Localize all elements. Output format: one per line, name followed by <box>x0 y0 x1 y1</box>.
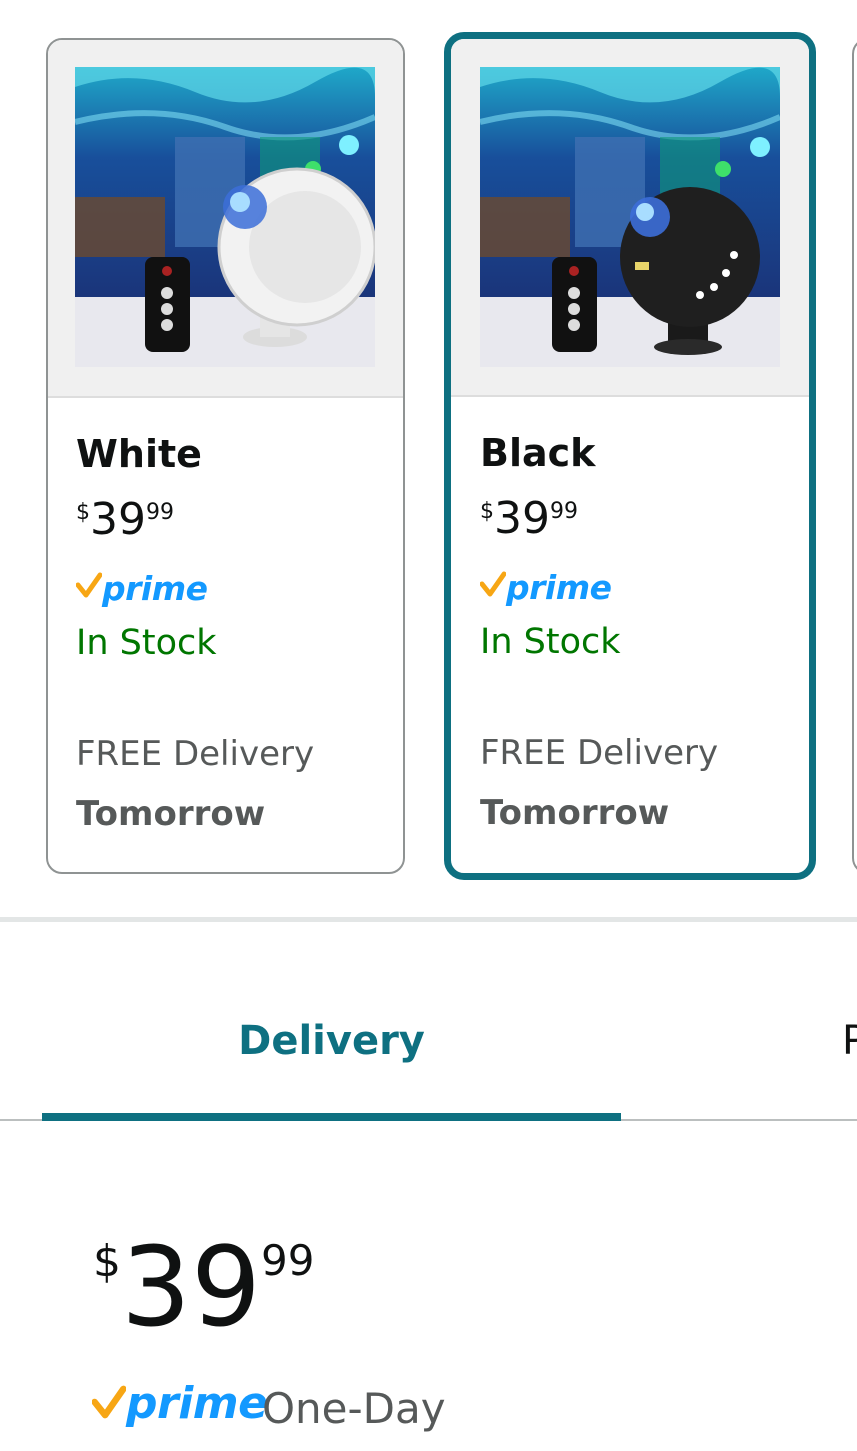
prime-badge: prime <box>76 569 208 611</box>
swatch-thumbnail-area <box>451 39 809 397</box>
tab-delivery[interactable]: Delivery <box>42 1018 621 1064</box>
delivery-date: Tomorrow <box>76 794 266 834</box>
product-image-white <box>75 67 375 367</box>
product-image-black <box>480 67 780 367</box>
price-whole: 39 <box>494 493 550 544</box>
price-symbol: $ <box>76 500 90 525</box>
prime-check-icon <box>76 572 102 598</box>
prime-label: prime <box>506 568 612 607</box>
swatch-name: White <box>76 432 202 476</box>
price-fraction: 99 <box>146 500 174 525</box>
stock-status: In Stock <box>480 622 621 662</box>
price-whole: 39 <box>90 494 146 545</box>
price-fraction: 99 <box>550 499 578 524</box>
prime-label: prime <box>126 1378 268 1429</box>
delivery-date: Tomorrow <box>480 793 670 833</box>
swatch-price: $3999 <box>76 498 174 542</box>
price-symbol: $ <box>93 1236 121 1287</box>
swatch-thumbnail-area <box>48 40 403 398</box>
delivery-text: FREE Delivery <box>76 734 315 774</box>
swatch-name: Black <box>480 431 596 475</box>
swatch-card-next[interactable] <box>852 38 857 874</box>
stock-status: In Stock <box>76 623 217 663</box>
shipping-speed: One-Day <box>262 1384 446 1433</box>
color-swatch-carousel: White $3999 prime In Stock FREE Delivery… <box>0 0 857 918</box>
price-whole: 39 <box>121 1223 261 1351</box>
buybox-price: $3999 <box>93 1232 314 1342</box>
price-symbol: $ <box>480 499 494 524</box>
prime-check-icon <box>91 1385 127 1419</box>
prime-label: prime <box>102 569 208 608</box>
tab-next[interactable]: P <box>842 1018 857 1064</box>
prime-badge: prime <box>480 568 612 610</box>
delivery-text: FREE Delivery <box>480 733 719 773</box>
prime-badge-large: prime <box>91 1378 268 1432</box>
swatch-card-black[interactable]: Black $3999 prime In Stock FREE Delivery… <box>444 32 816 880</box>
buy-options-tabs: Delivery P <box>0 922 857 1122</box>
active-tab-indicator <box>42 1113 621 1121</box>
price-fraction: 99 <box>260 1236 315 1285</box>
swatch-card-white[interactable]: White $3999 prime In Stock FREE Delivery… <box>46 38 405 874</box>
prime-check-icon <box>480 571 506 597</box>
swatch-price: $3999 <box>480 497 578 541</box>
